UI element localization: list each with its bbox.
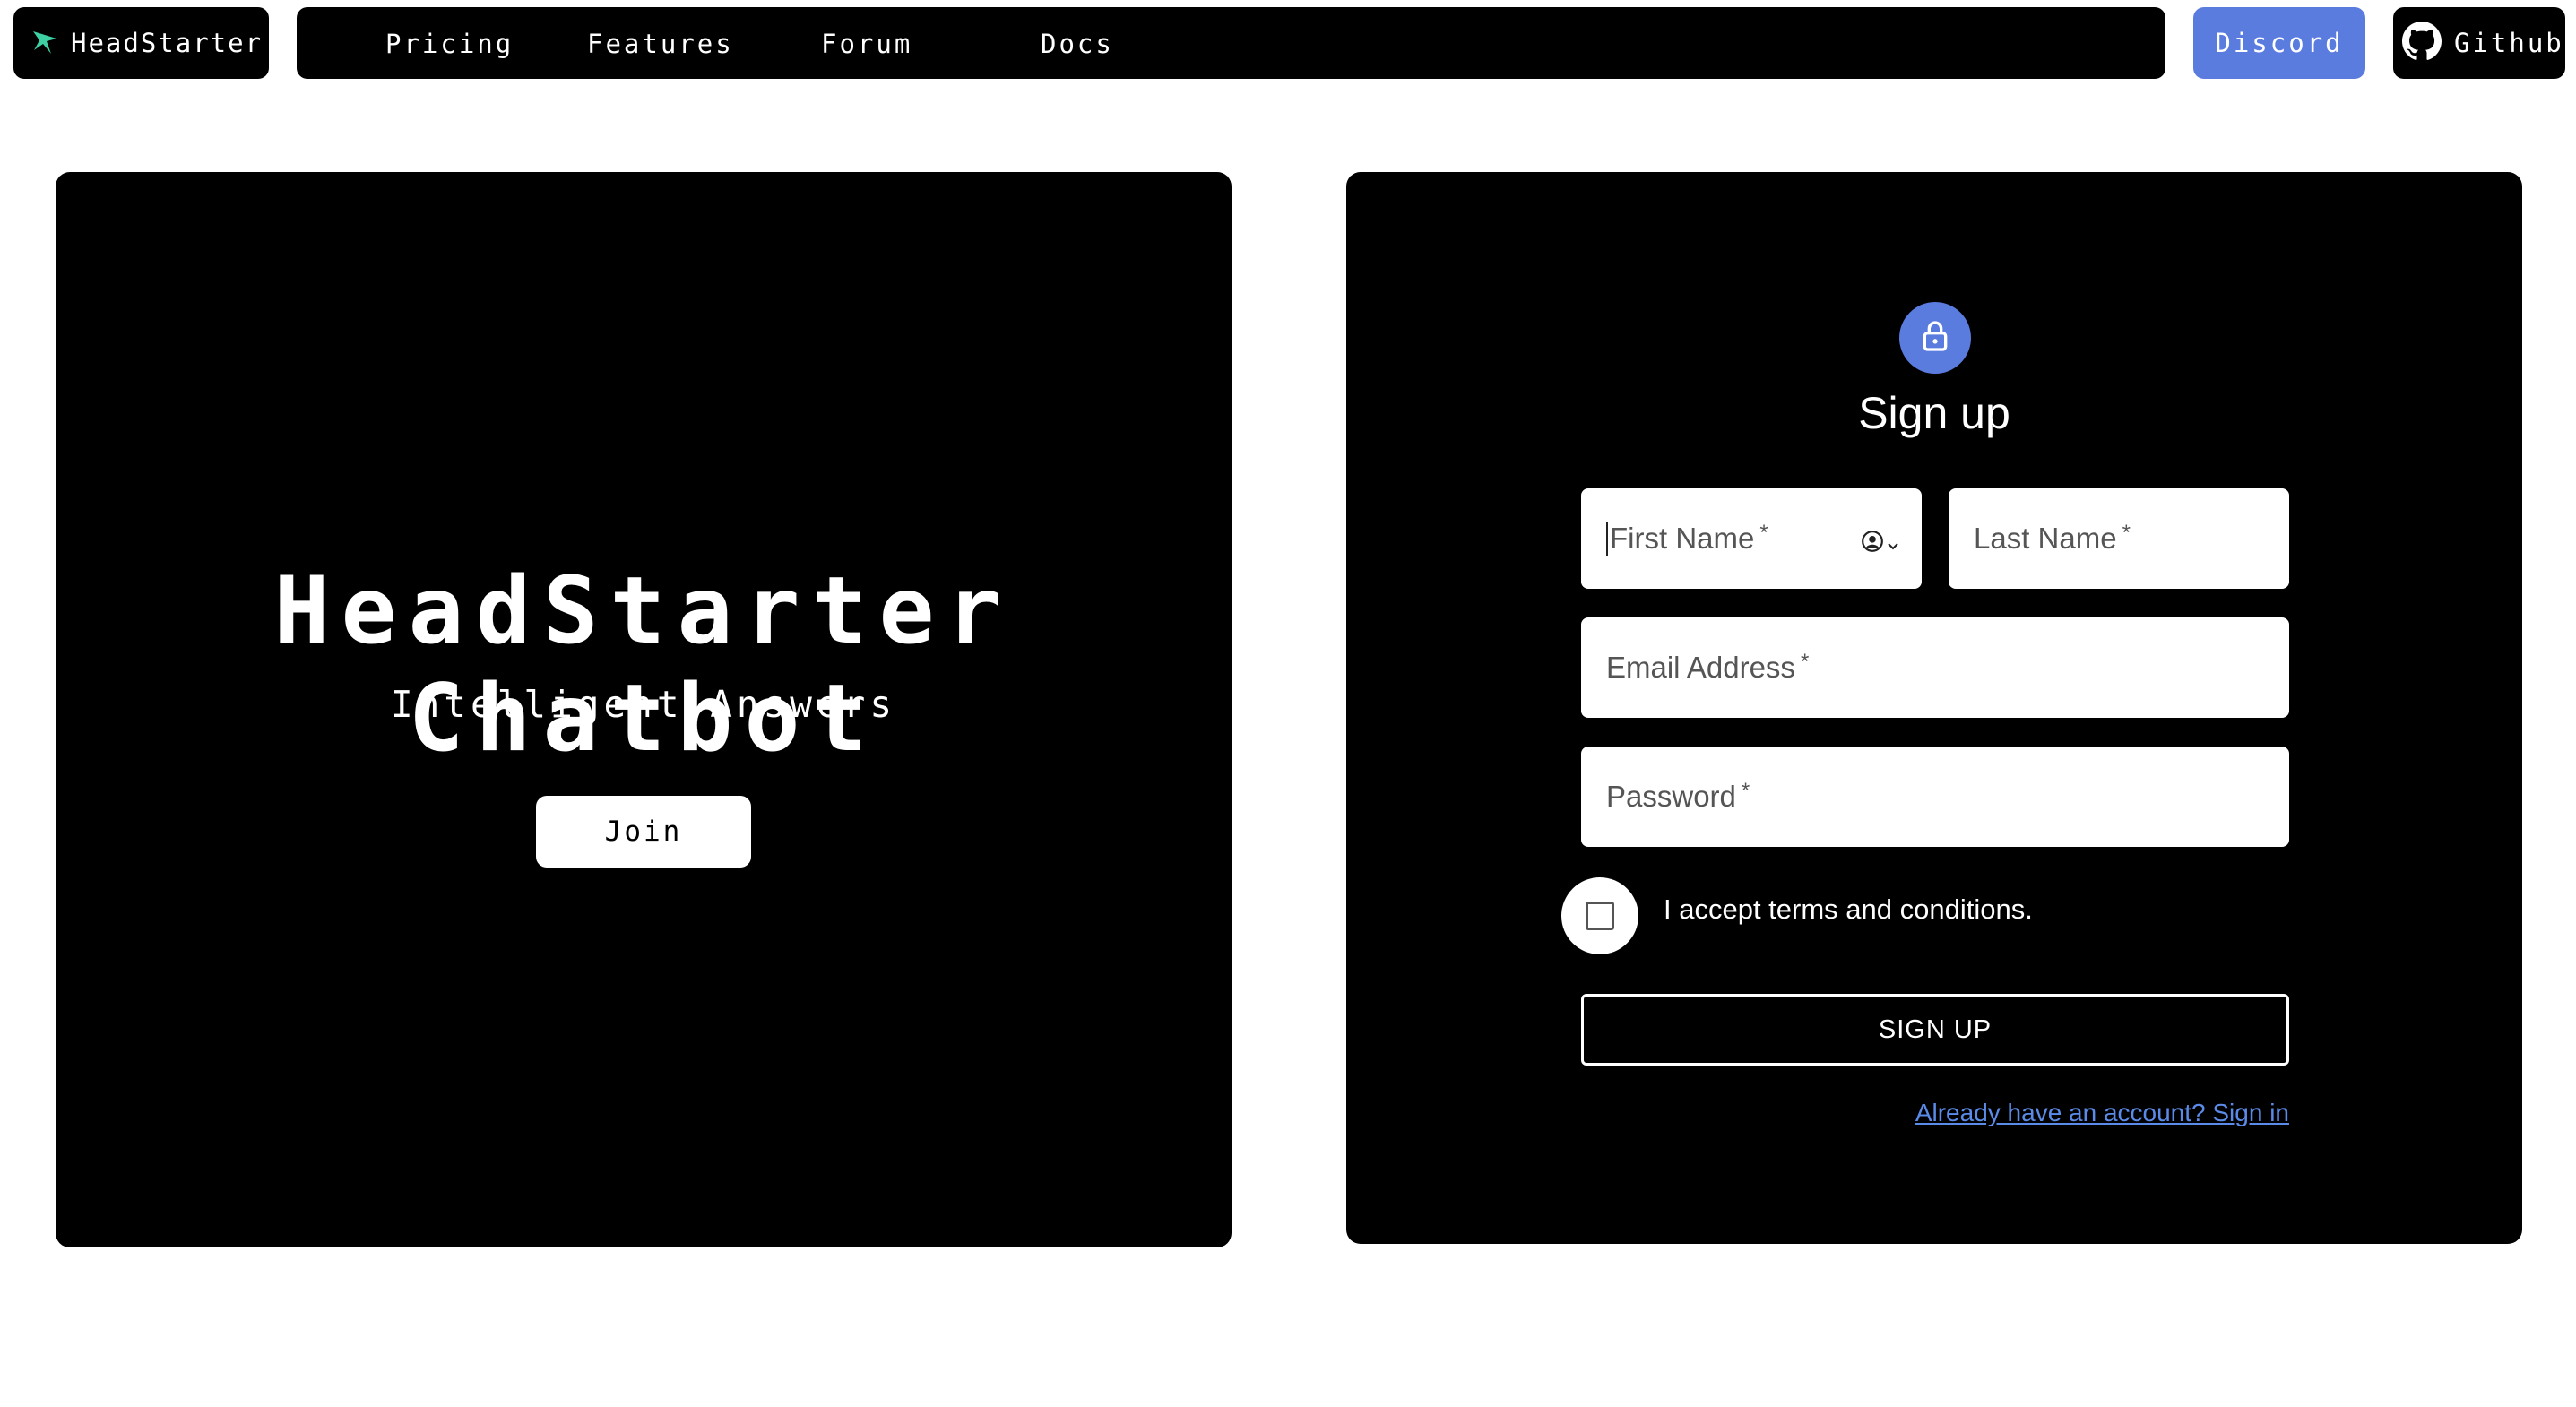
- last-name-placeholder: Last Name: [1974, 522, 2117, 555]
- main-menu: Pricing Features Forum Docs: [297, 7, 2165, 79]
- github-button[interactable]: Github: [2393, 7, 2565, 79]
- first-name-field[interactable]: First Name *: [1581, 488, 1922, 589]
- hero-panel: HeadStarter Chatbot Intelligent Answers …: [56, 172, 1232, 1247]
- contact-autofill-icon: [1861, 526, 1884, 560]
- email-field[interactable]: Email Address *: [1581, 617, 2289, 718]
- brand[interactable]: HeadStarter: [13, 7, 269, 79]
- github-icon: [2402, 22, 2442, 65]
- chevron-down-icon: [1886, 526, 1900, 560]
- first-name-placeholder: First Name: [1610, 522, 1755, 555]
- signup-title: Sign up: [1858, 388, 2010, 438]
- signup-panel: Sign up First Name * Last Name * Email A…: [1346, 172, 2522, 1244]
- hero-subtitle: Intelligent Answers: [391, 683, 896, 726]
- github-label: Github: [2454, 28, 2564, 58]
- required-mark: *: [2122, 521, 2131, 545]
- contact-autofill-button[interactable]: [1861, 526, 1900, 560]
- discord-button[interactable]: Discord: [2193, 7, 2365, 79]
- text-cursor: [1606, 522, 1608, 556]
- checkbox-square: [1586, 902, 1614, 930]
- required-mark: *: [1741, 779, 1750, 803]
- hero-title: HeadStarter Chatbot: [273, 557, 1014, 773]
- join-button[interactable]: Join: [536, 796, 751, 868]
- nav-docs[interactable]: Docs: [1041, 29, 1114, 59]
- lock-avatar: [1899, 302, 1971, 374]
- nav-pricing[interactable]: Pricing: [385, 29, 514, 59]
- signup-button[interactable]: SIGN UP: [1581, 994, 2289, 1066]
- required-mark: *: [1800, 650, 1810, 674]
- password-field[interactable]: Password *: [1581, 747, 2289, 847]
- brand-name: HeadStarter: [71, 28, 264, 58]
- lock-icon: [1917, 318, 1953, 358]
- email-placeholder: Email Address: [1606, 651, 1795, 684]
- nav-forum[interactable]: Forum: [821, 29, 912, 59]
- nav-features[interactable]: Features: [587, 29, 734, 59]
- signin-link[interactable]: Already have an account? Sign in: [1915, 1099, 2289, 1127]
- required-mark: *: [1759, 521, 1768, 545]
- last-name-field[interactable]: Last Name *: [1949, 488, 2289, 589]
- password-placeholder: Password: [1606, 780, 1736, 813]
- terms-checkbox[interactable]: [1561, 877, 1638, 954]
- star-logo-icon: [30, 26, 60, 60]
- terms-label: I accept terms and conditions.: [1664, 893, 2033, 925]
